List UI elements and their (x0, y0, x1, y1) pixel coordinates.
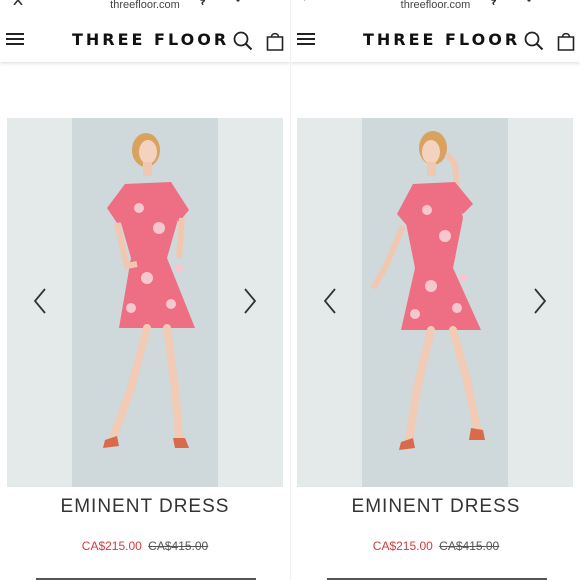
search-icon[interactable] (233, 31, 253, 51)
product-image[interactable] (7, 118, 283, 487)
share-icon[interactable] (526, 0, 538, 5)
hamburger-menu-icon[interactable] (6, 33, 24, 46)
share-icon[interactable] (235, 0, 247, 5)
more-options-icon[interactable] (268, 0, 280, 5)
browser-url-bar[interactable]: threefloor.com (0, 0, 290, 16)
hamburger-menu-icon[interactable] (297, 33, 315, 46)
search-icon[interactable] (524, 31, 544, 51)
chevron-left-icon[interactable] (321, 286, 339, 316)
browser-url-bar[interactable]: threefloor.com (291, 0, 580, 16)
product-title[interactable]: EMINENT DRESS (0, 496, 290, 518)
original-price: CA$415.00 (148, 539, 209, 553)
shopping-bag-icon[interactable] (266, 31, 284, 51)
chevron-left-icon[interactable] (31, 286, 49, 316)
bookmark-star-icon[interactable] (484, 0, 496, 5)
product-panel-left: threefloor.com THREE FLOOR EMINENT DRESS… (0, 0, 290, 580)
price-row: CA$215.00 CA$415.00 (291, 539, 580, 553)
chevron-right-icon[interactable] (531, 286, 549, 316)
brand-logo[interactable]: THREE FLOOR (72, 30, 229, 49)
price-row: CA$215.00 CA$415.00 (0, 539, 290, 553)
site-header: THREE FLOOR (291, 16, 580, 62)
original-price: CA$415.00 (439, 539, 500, 553)
sale-price: CA$215.00 (372, 539, 433, 553)
product-panel-right: threefloor.com THREE FLOOR EMINENT DRESS… (290, 0, 580, 580)
bookmark-star-icon[interactable] (193, 0, 205, 5)
brand-logo[interactable]: THREE FLOOR (363, 30, 520, 49)
chevron-right-icon[interactable] (241, 286, 259, 316)
site-header: THREE FLOOR (0, 16, 290, 62)
product-image[interactable] (297, 118, 573, 487)
more-options-icon[interactable] (557, 0, 569, 5)
product-title[interactable]: EMINENT DRESS (291, 496, 580, 518)
sale-price: CA$215.00 (81, 539, 142, 553)
shopping-bag-icon[interactable] (557, 31, 575, 51)
